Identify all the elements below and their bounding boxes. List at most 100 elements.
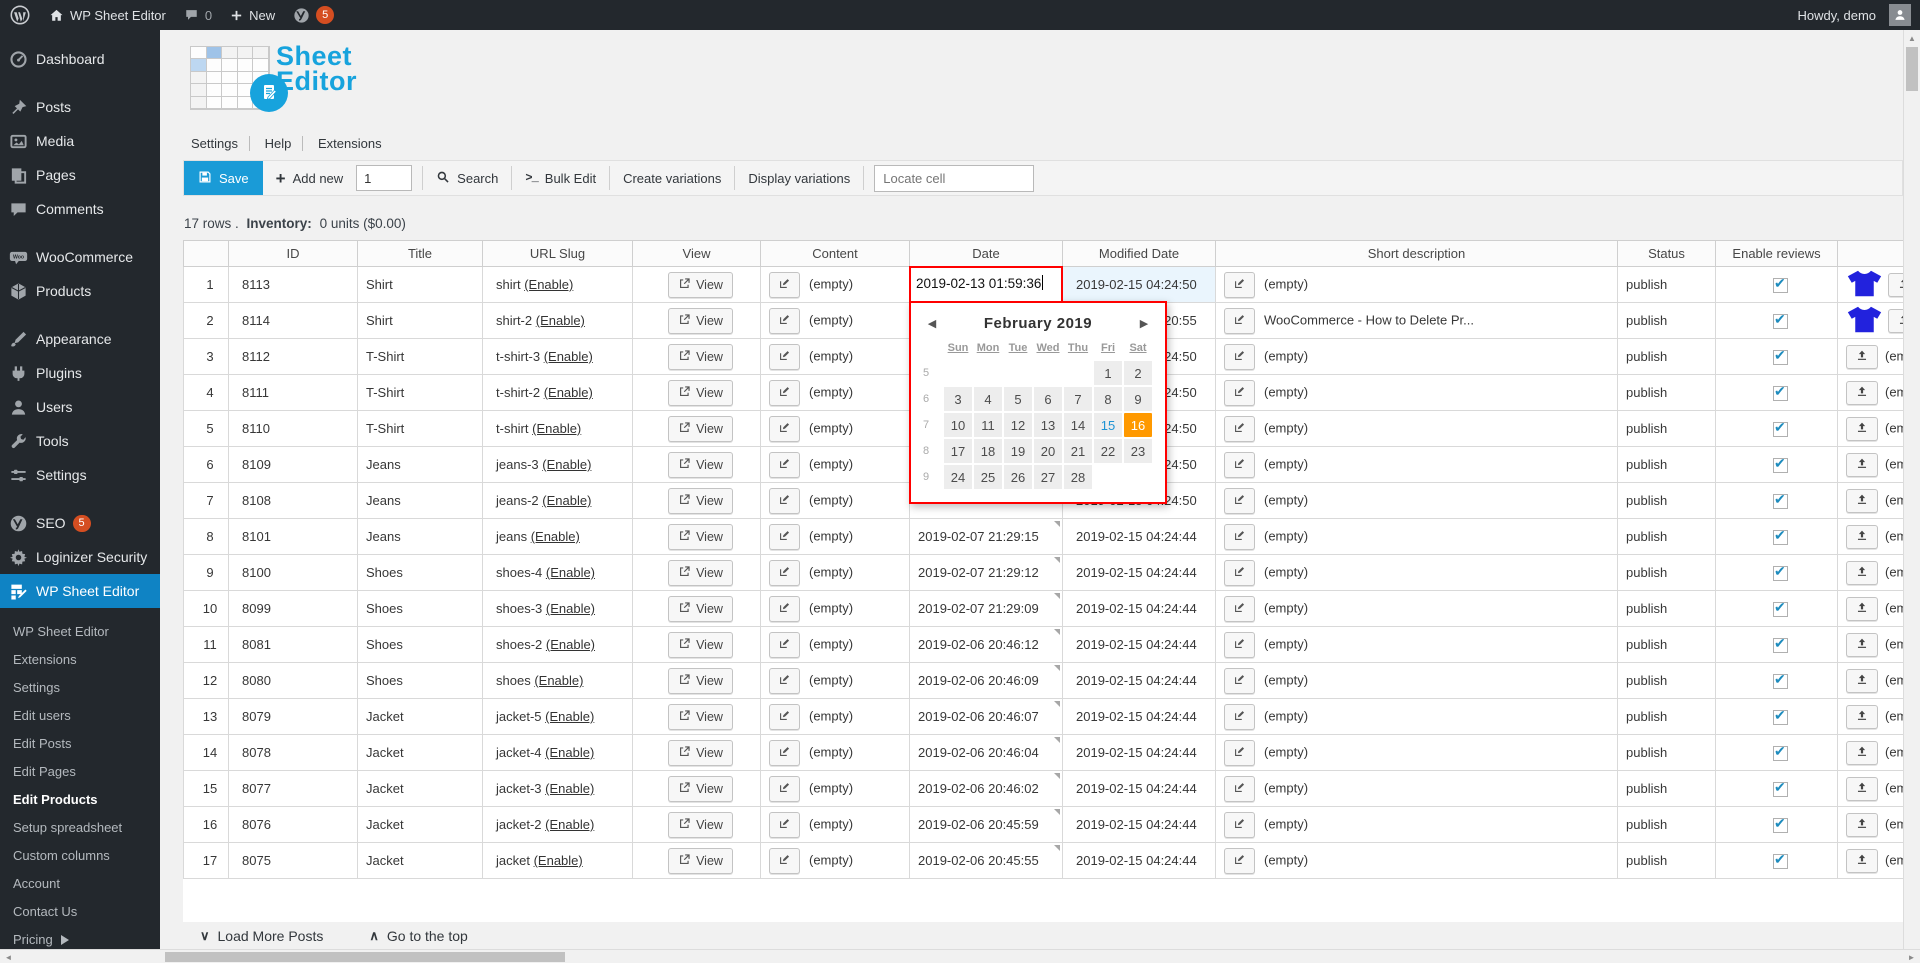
edit-content-button[interactable] xyxy=(769,560,800,586)
content-cell[interactable]: (empty) xyxy=(761,303,910,339)
status-cell[interactable]: publish xyxy=(1618,519,1716,555)
sidebar-subitem-edit-users[interactable]: Edit users xyxy=(0,702,160,730)
modified-date-cell[interactable]: 2019-02-15 04:24:44 xyxy=(1063,555,1216,591)
edit-description-button[interactable] xyxy=(1224,416,1255,442)
calendar-day-17[interactable]: 17 xyxy=(943,438,973,464)
content-cell[interactable]: (empty) xyxy=(761,555,910,591)
edit-content-button[interactable] xyxy=(769,812,800,838)
content-cell[interactable]: (empty) xyxy=(761,339,910,375)
calendar-day-3[interactable]: 3 xyxy=(943,386,973,412)
sidebar-item-appearance[interactable]: Appearance xyxy=(0,322,160,356)
content-cell[interactable]: (empty) xyxy=(761,807,910,843)
calendar-day-27[interactable]: 27 xyxy=(1033,464,1063,490)
id-cell[interactable]: 8080 xyxy=(229,663,358,699)
upload-image-button[interactable] xyxy=(1846,705,1878,729)
wordpress-logo-menu[interactable] xyxy=(0,0,40,30)
date-cell[interactable]: 2019-02-06 20:46:04 xyxy=(910,735,1063,771)
upload-image-button[interactable] xyxy=(1846,417,1878,441)
upload-image-button[interactable] xyxy=(1846,741,1878,765)
nav-extensions-link[interactable]: Extensions xyxy=(307,136,393,151)
edit-content-button[interactable] xyxy=(769,848,800,874)
title-cell[interactable]: Shoes xyxy=(358,627,483,663)
site-name-link[interactable]: WP Sheet Editor xyxy=(40,0,175,30)
calendar-day-10[interactable]: 10 xyxy=(943,412,973,438)
next-month-button[interactable]: ▶ xyxy=(1133,317,1155,330)
short-description-cell[interactable]: (empty) xyxy=(1216,843,1618,879)
horizontal-scroll-thumb[interactable] xyxy=(165,952,565,962)
sidebar-item-plugins[interactable]: Plugins xyxy=(0,356,160,390)
sidebar-subitem-edit-pages[interactable]: Edit Pages xyxy=(0,758,160,786)
upload-image-button[interactable] xyxy=(1846,453,1878,477)
edit-description-button[interactable] xyxy=(1224,488,1255,514)
upload-image-button[interactable] xyxy=(1846,345,1878,369)
short-description-cell[interactable]: (empty) xyxy=(1216,519,1618,555)
enable-reviews-checkbox[interactable]: ✔ xyxy=(1773,710,1788,725)
featured-image-cell[interactable] xyxy=(1838,267,1904,303)
view-button[interactable]: View xyxy=(668,632,733,658)
enable-link[interactable]: (Enable) xyxy=(544,385,593,400)
enable-link[interactable]: (Enable) xyxy=(531,529,580,544)
short-description-cell[interactable]: (empty) xyxy=(1216,375,1618,411)
edit-description-button[interactable] xyxy=(1224,812,1255,838)
modified-date-cell[interactable]: 2019-02-15 04:24:44 xyxy=(1063,771,1216,807)
slug-cell[interactable]: shirt (Enable) xyxy=(483,267,633,303)
upload-image-button[interactable] xyxy=(1846,669,1878,693)
enable-reviews-checkbox[interactable]: ✔ xyxy=(1773,314,1788,329)
upload-image-button[interactable] xyxy=(1846,633,1878,657)
upload-image-button[interactable] xyxy=(1846,849,1878,873)
edit-content-button[interactable] xyxy=(769,776,800,802)
load-more-posts-button[interactable]: ∨Load More Posts xyxy=(200,928,323,944)
view-button[interactable]: View xyxy=(668,416,733,442)
date-cell[interactable]: 2019-02-06 20:45:59 xyxy=(910,807,1063,843)
status-cell[interactable]: publish xyxy=(1618,771,1716,807)
content-cell[interactable]: (empty) xyxy=(761,519,910,555)
edit-content-button[interactable] xyxy=(769,524,800,550)
enable-reviews-checkbox[interactable]: ✔ xyxy=(1773,530,1788,545)
search-button[interactable]: Search xyxy=(423,161,511,195)
slug-cell[interactable]: shoes (Enable) xyxy=(483,663,633,699)
id-cell[interactable]: 8108 xyxy=(229,483,358,519)
content-cell[interactable]: (empty) xyxy=(761,411,910,447)
id-cell[interactable]: 8076 xyxy=(229,807,358,843)
title-cell[interactable]: T-Shirt xyxy=(358,375,483,411)
view-button[interactable]: View xyxy=(668,380,733,406)
edit-content-button[interactable] xyxy=(769,596,800,622)
enable-link[interactable]: (Enable) xyxy=(534,853,583,868)
enable-link[interactable]: (Enable) xyxy=(542,493,591,508)
date-cell[interactable]: 2019-02-07 21:29:12 xyxy=(910,555,1063,591)
nav-settings-link[interactable]: Settings xyxy=(191,136,250,151)
enable-reviews-checkbox[interactable]: ✔ xyxy=(1773,674,1788,689)
nav-help-link[interactable]: Help xyxy=(254,136,304,151)
enable-reviews-checkbox[interactable]: ✔ xyxy=(1773,854,1788,869)
content-cell[interactable]: (empty) xyxy=(761,735,910,771)
view-button[interactable]: View xyxy=(668,524,733,550)
featured-image-cell[interactable]: (empty) xyxy=(1838,519,1904,555)
featured-image-cell[interactable]: (empty) xyxy=(1838,483,1904,519)
status-cell[interactable]: publish xyxy=(1618,843,1716,879)
slug-cell[interactable]: t-shirt-3 (Enable) xyxy=(483,339,633,375)
content-cell[interactable]: (empty) xyxy=(761,267,910,303)
short-description-cell[interactable]: (empty) xyxy=(1216,555,1618,591)
view-button[interactable]: View xyxy=(668,488,733,514)
id-cell[interactable]: 8075 xyxy=(229,843,358,879)
featured-image-cell[interactable]: (empty) xyxy=(1838,339,1904,375)
id-cell[interactable]: 8081 xyxy=(229,627,358,663)
title-cell[interactable]: Shirt xyxy=(358,267,483,303)
title-cell[interactable]: T-Shirt xyxy=(358,411,483,447)
date-cell[interactable]: 2019-02-06 20:46:07 xyxy=(910,699,1063,735)
featured-image-cell[interactable]: (empty) xyxy=(1838,555,1904,591)
calendar-day-13[interactable]: 13 xyxy=(1033,412,1063,438)
enable-link[interactable]: (Enable) xyxy=(545,745,594,760)
slug-cell[interactable]: jacket-3 (Enable) xyxy=(483,771,633,807)
slug-cell[interactable]: jacket-2 (Enable) xyxy=(483,807,633,843)
modified-date-cell[interactable]: 2019-02-15 04:24:44 xyxy=(1063,807,1216,843)
bulk-edit-button[interactable]: >_Bulk Edit xyxy=(512,161,609,195)
calendar-day-19[interactable]: 19 xyxy=(1003,438,1033,464)
featured-image-cell[interactable]: (empty) xyxy=(1838,447,1904,483)
sidebar-item-seo[interactable]: SEO 5 xyxy=(0,506,160,540)
featured-image-cell[interactable]: (empty) xyxy=(1838,411,1904,447)
short-description-cell[interactable]: (empty) xyxy=(1216,735,1618,771)
upload-image-button[interactable] xyxy=(1846,381,1878,405)
short-description-cell[interactable]: (empty) xyxy=(1216,663,1618,699)
featured-image-cell[interactable]: (empty) xyxy=(1838,699,1904,735)
